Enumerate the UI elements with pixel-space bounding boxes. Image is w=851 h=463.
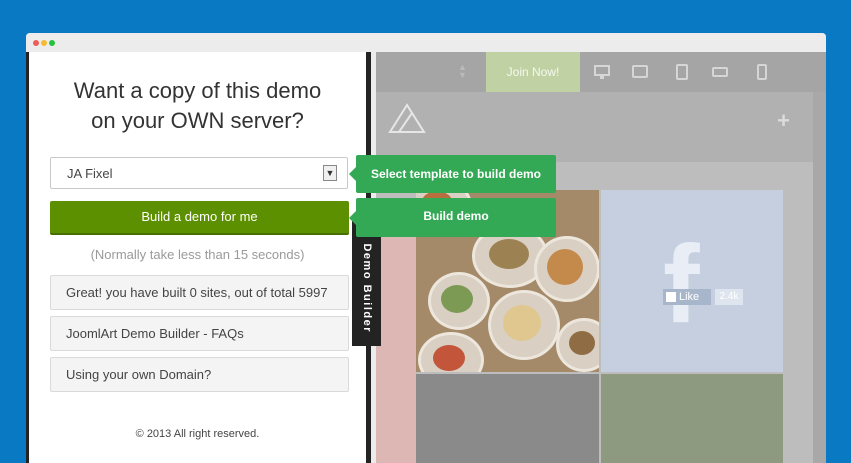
template-select[interactable]: JA Fixel ▼	[50, 157, 348, 189]
add-icon[interactable]: +	[777, 108, 790, 134]
demo-builder-panel: Want a copy of this demo on your OWN ser…	[26, 52, 371, 463]
facebook-icon: f	[663, 223, 700, 346]
window-titlebar	[26, 33, 826, 52]
laptop-icon[interactable]	[632, 64, 648, 80]
template-select-value: JA Fixel	[67, 166, 113, 181]
maximize-window-icon[interactable]	[49, 40, 55, 46]
sites-built-link[interactable]: Great! you have built 0 sites, out of to…	[50, 275, 349, 310]
site-header: +	[376, 92, 826, 162]
browser-window: ▲ ▼ Join Now! + f Like 2.4k Want a copy …	[26, 33, 826, 463]
scroll-strip	[813, 92, 826, 463]
close-window-icon[interactable]	[33, 40, 39, 46]
join-now-button[interactable]: Join Now!	[486, 52, 580, 92]
build-demo-callout: Build demo	[349, 198, 556, 237]
sort-arrows-icon[interactable]: ▲ ▼	[458, 63, 467, 80]
tablet-landscape-icon[interactable]	[712, 64, 728, 80]
footer-copyright: © 2013 All right reserved.	[135, 428, 260, 440]
phone-icon[interactable]	[754, 64, 770, 80]
tablet-icon[interactable]	[674, 64, 690, 80]
site-logo[interactable]	[388, 102, 426, 134]
demo-builder-tab-label: + Demo Builder	[360, 231, 373, 333]
facebook-like-button[interactable]: Like	[663, 289, 711, 305]
build-demo-button[interactable]: Build a demo for me	[50, 201, 349, 235]
facebook-small-icon	[666, 292, 676, 302]
demo-builder-tab[interactable]: + Demo Builder	[352, 218, 381, 346]
facebook-tile[interactable]: f Like 2.4k	[601, 190, 783, 372]
panel-headline: Want a copy of this demo on your OWN ser…	[73, 78, 322, 133]
chevron-down-icon[interactable]: ▼	[323, 165, 337, 181]
desktop-icon[interactable]	[594, 64, 610, 80]
facebook-like-count: 2.4k	[715, 289, 743, 305]
own-domain-link[interactable]: Using your own Domain?	[50, 357, 349, 392]
minimize-window-icon[interactable]	[41, 40, 47, 46]
select-template-callout: Select template to build demo	[349, 155, 556, 193]
demo-site-preview: ▲ ▼ Join Now! + f Like 2.4k	[376, 52, 826, 463]
site-topbar: ▲ ▼ Join Now!	[376, 52, 826, 92]
build-time-note: (Normally take less than 15 seconds)	[90, 247, 305, 262]
side-strip	[376, 230, 416, 463]
faq-link[interactable]: JoomlArt Demo Builder - FAQs	[50, 316, 349, 351]
